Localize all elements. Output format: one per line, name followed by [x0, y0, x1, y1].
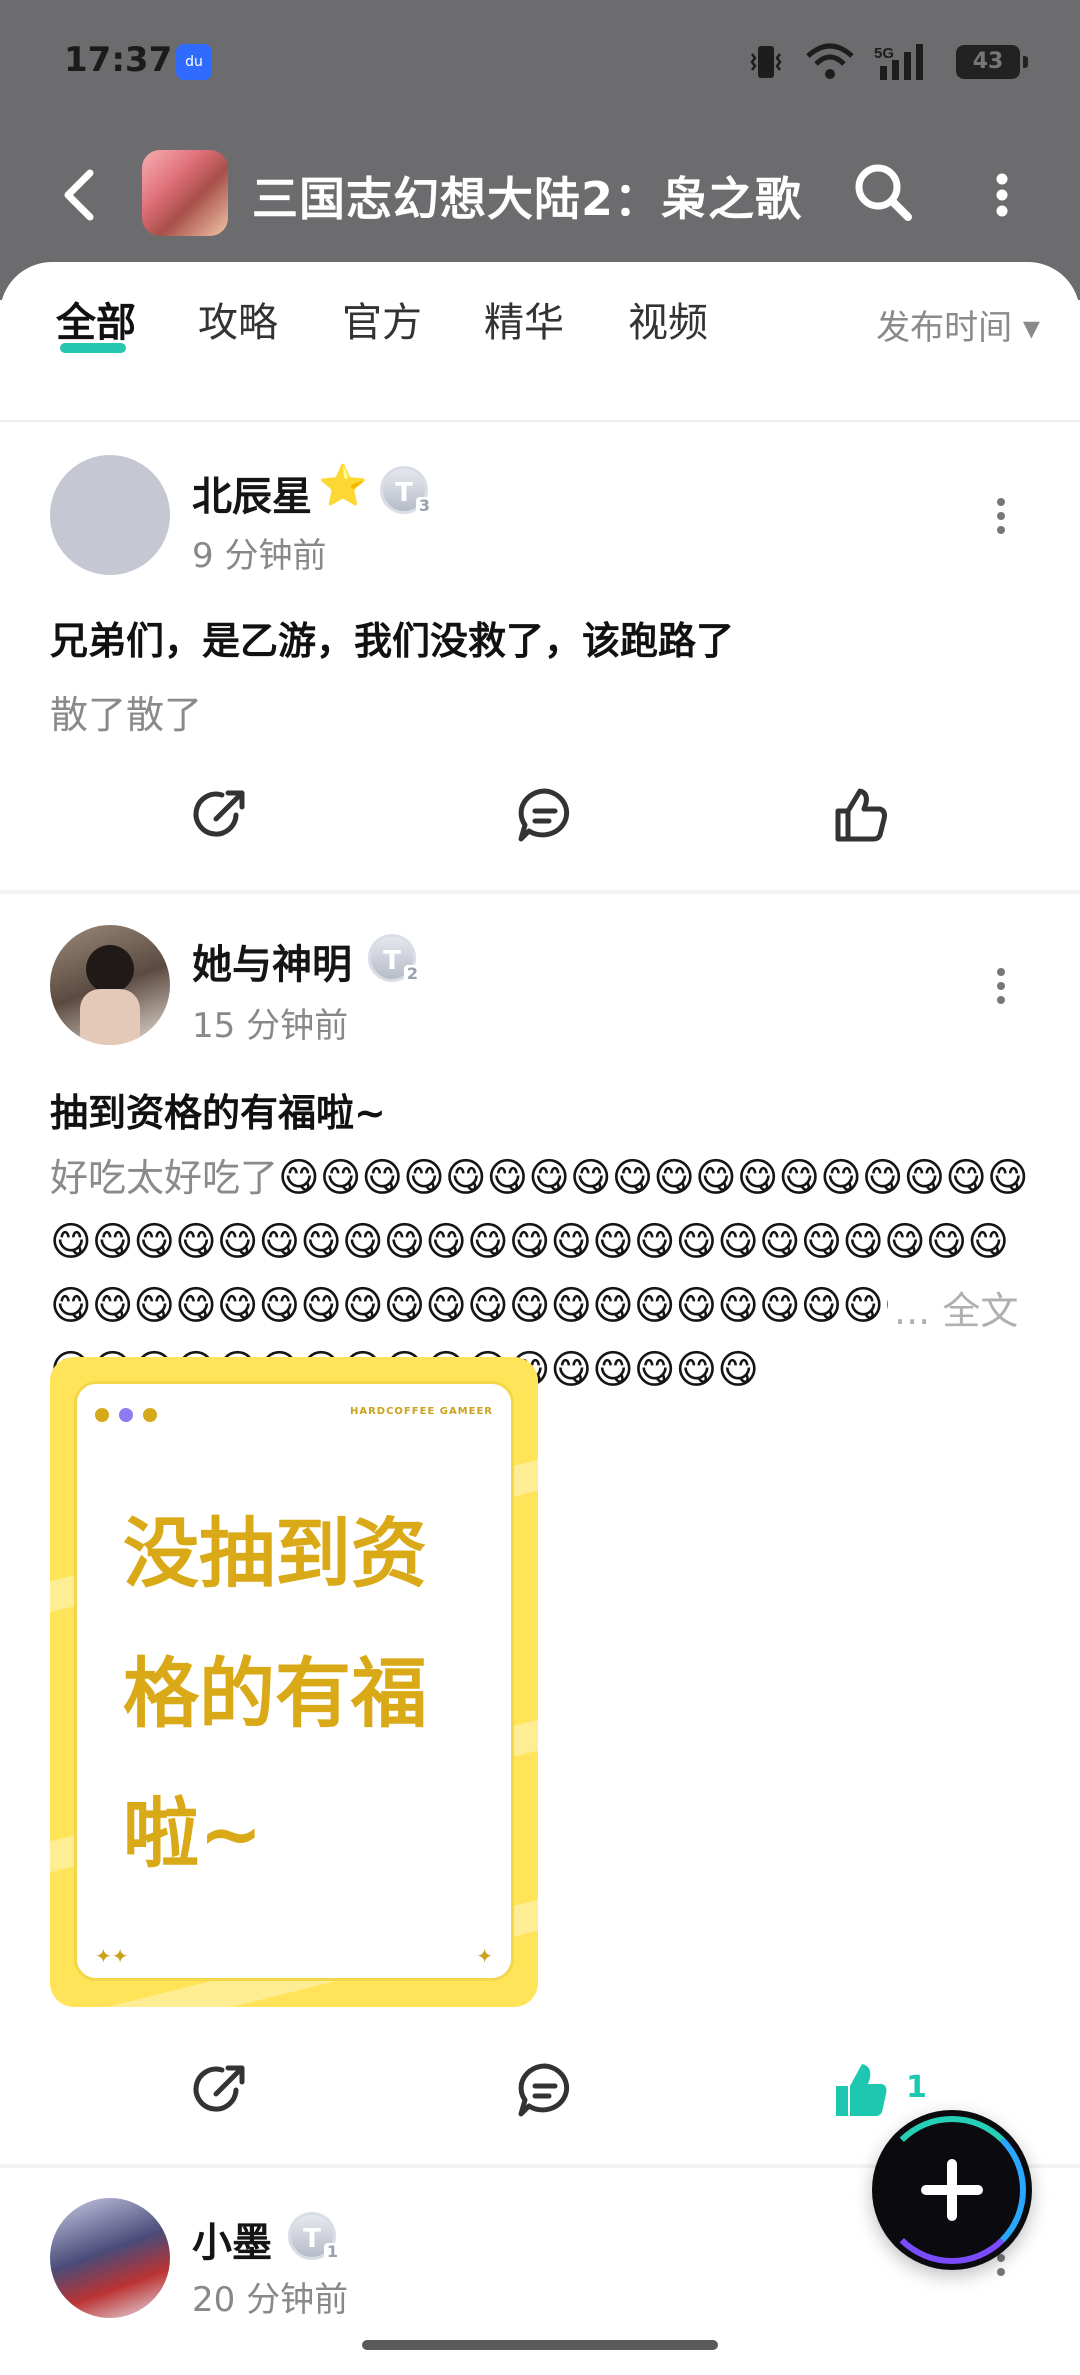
post-title[interactable]: 抽到资格的有福啦~ [50, 1082, 386, 1137]
baidu-app-icon: du [176, 44, 212, 80]
star-icon: ⭐ [318, 463, 368, 509]
tab-featured[interactable]: 精华 [484, 290, 564, 348]
post-body[interactable]: 散了散了 [50, 684, 202, 739]
comment-icon[interactable] [515, 2060, 575, 2120]
post-username[interactable]: 小墨 [192, 2210, 272, 2268]
expand-full-text-link[interactable]: ... 全文 [888, 1280, 1019, 1335]
page-title: 三国志幻想大陆2：枭之歌 [252, 172, 803, 226]
share-icon[interactable] [190, 785, 250, 845]
home-indicator[interactable] [362, 2340, 718, 2350]
search-icon[interactable] [850, 159, 916, 225]
post-more-icon[interactable] [994, 966, 1008, 1006]
status-indicators: 5G 43 [746, 42, 1028, 82]
nav-bar: 三国志幻想大陆2：枭之歌 [0, 135, 1080, 255]
divider [0, 420, 1080, 422]
svg-text:5G: 5G [874, 45, 894, 62]
level-badge-icon: T2 [368, 934, 421, 983]
avatar[interactable] [50, 2198, 170, 2318]
status-time: 17:37 [64, 40, 173, 80]
image-brand-text: HARDCOFFEE GAMEER [349, 1406, 493, 1417]
post-body-text: 好吃太好吃了 [50, 1156, 279, 1200]
post-image[interactable]: HARDCOFFEE GAMEER 没抽到资格的有福啦~ ✦✦ ✦ [50, 1357, 538, 2007]
image-card: HARDCOFFEE GAMEER 没抽到资格的有福啦~ ✦✦ ✦ [74, 1381, 514, 1981]
sparkle-icon: ✦ [476, 1944, 493, 1968]
like-count: 1 [906, 2070, 927, 2105]
plus-icon [921, 2159, 983, 2221]
image-caption: 没抽到资格的有福啦~ [123, 1509, 427, 1878]
liked-icon[interactable] [830, 2060, 890, 2120]
post-time: 20 分钟前 [192, 2280, 349, 2320]
create-post-button[interactable] [872, 2110, 1032, 2270]
active-tab-indicator [60, 343, 126, 353]
like-icon[interactable] [830, 785, 890, 845]
sort-dropdown[interactable]: 发布时间 ▾ [876, 300, 1040, 349]
tab-guides[interactable]: 攻略 [198, 290, 278, 348]
avatar[interactable] [50, 925, 170, 1045]
post-username[interactable]: 她与神明 [192, 932, 352, 990]
tab-video[interactable]: 视频 [628, 290, 708, 348]
post-more-icon[interactable] [994, 496, 1008, 536]
post-time: 9 分钟前 [192, 536, 327, 576]
post-title[interactable]: 兄弟们，是乙游，我们没救了，该跑路了 [50, 610, 734, 665]
battery-icon: 43 [956, 45, 1028, 79]
back-icon[interactable] [56, 165, 104, 225]
tab-official[interactable]: 官方 [342, 290, 422, 348]
level-badge-icon: T3 [380, 466, 433, 515]
vibrate-icon [750, 46, 782, 78]
post-username[interactable]: 北辰星 [192, 464, 312, 522]
comment-icon[interactable] [515, 785, 575, 845]
sparkle-icon: ✦✦ [95, 1944, 129, 1968]
tab-all[interactable]: 全部 [56, 290, 136, 348]
avatar[interactable] [50, 455, 170, 575]
signal-5g-icon: 5G [874, 44, 923, 80]
level-badge-icon: T1 [288, 2212, 341, 2261]
post-time: 15 分钟前 [192, 1006, 349, 1046]
share-icon[interactable] [190, 2060, 250, 2120]
status-bar: 17:37 du 5G 43 [0, 0, 1080, 125]
more-vertical-icon[interactable] [990, 165, 1014, 225]
wifi-icon [806, 43, 854, 79]
divider [0, 890, 1080, 894]
game-icon[interactable] [142, 150, 228, 236]
